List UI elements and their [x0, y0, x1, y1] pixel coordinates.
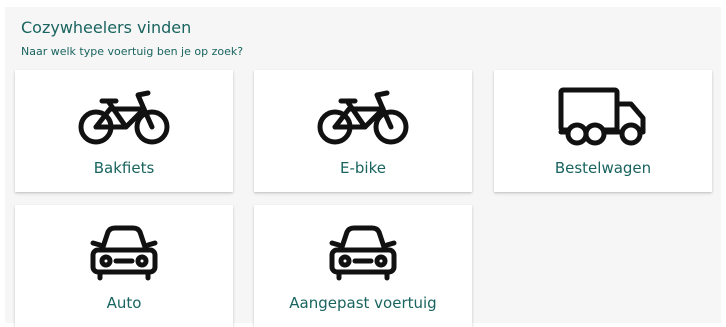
car-icon — [15, 221, 233, 283]
vehicle-card-bakfiets[interactable]: Bakfiets — [15, 70, 233, 192]
vehicle-label: E-bike — [340, 159, 386, 177]
car-icon — [254, 221, 472, 283]
vehicle-card-e-bike[interactable]: E-bike — [254, 70, 472, 192]
vehicle-card-auto[interactable]: Auto — [15, 205, 233, 327]
bicycle-icon — [15, 86, 233, 148]
vehicle-label: Bestelwagen — [554, 159, 652, 177]
vehicle-label: Aangepast voertuig — [289, 294, 437, 312]
vehicle-label: Auto — [106, 294, 142, 312]
vehicle-finder-panel: Cozywheelers vinden Naar welk type voert… — [5, 7, 721, 327]
page-subtitle: Naar welk type voertuig ben je op zoek? — [21, 45, 244, 58]
vehicle-card-bestelwagen[interactable]: Bestelwagen — [494, 70, 712, 192]
page-title: Cozywheelers vinden — [21, 18, 192, 37]
vehicle-card-aangepast-voertuig[interactable]: Aangepast voertuig — [254, 205, 472, 327]
vehicle-label: Bakfiets — [93, 159, 155, 177]
bicycle-icon — [254, 86, 472, 148]
truck-icon — [494, 86, 712, 148]
